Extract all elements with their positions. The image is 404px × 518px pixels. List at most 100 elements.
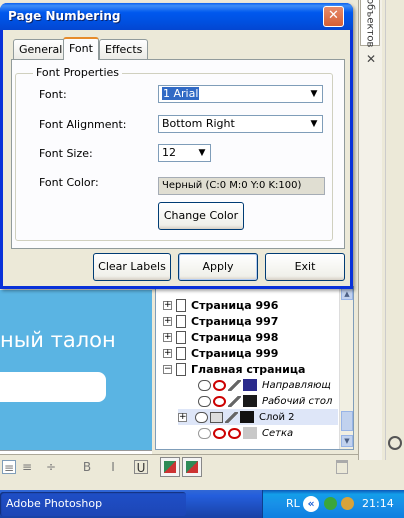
canvas-white-box	[0, 372, 106, 402]
scroll-thumb[interactable]	[341, 411, 353, 431]
layer-color-swatch	[243, 379, 257, 391]
layer-row-selected[interactable]: + Слой 2	[178, 409, 338, 425]
dialog-title: Page Numbering	[8, 9, 121, 23]
layer-label: Рабочий стол	[262, 395, 333, 407]
page-icon	[176, 330, 186, 344]
apply-button[interactable]: Apply	[178, 253, 258, 281]
dialog-titlebar[interactable]: Page Numbering ✕	[0, 3, 353, 30]
layer-row[interactable]: Сетка	[198, 425, 338, 441]
bold-icon[interactable]: B	[80, 460, 94, 474]
font-label: Font:	[39, 88, 67, 101]
alignment-value: Bottom Right	[162, 117, 235, 130]
page-icon	[176, 314, 186, 328]
page-label: Страница 997	[191, 314, 279, 328]
clock[interactable]: 21:14	[362, 497, 394, 510]
taskbar-app-button[interactable]: Adobe Photoshop	[0, 492, 186, 516]
eye-icon[interactable]	[195, 411, 208, 423]
expand-icon[interactable]: +	[163, 348, 172, 358]
pencil-icon[interactable]	[225, 411, 238, 423]
clear-labels-button[interactable]: Clear Labels	[93, 253, 171, 281]
color-label: Font Color:	[39, 176, 99, 189]
page-numbering-dialog: Page Numbering ✕ General Font Effects Fo…	[0, 3, 353, 289]
trash-icon[interactable]	[336, 460, 348, 474]
tab-effects[interactable]: Effects	[99, 39, 149, 59]
layer-color-swatch	[240, 411, 254, 423]
antivirus-icon[interactable]	[341, 497, 354, 510]
vertical-scrollbar[interactable]	[385, 0, 404, 460]
expand-icon[interactable]: +	[163, 316, 172, 326]
pencil-icon[interactable]	[228, 379, 241, 391]
scroll-up-icon[interactable]: ▲	[341, 288, 353, 300]
italic-icon[interactable]: I	[106, 460, 120, 474]
page-label: Страница 996	[191, 298, 279, 312]
page-item[interactable]: + Страница 998	[163, 329, 278, 345]
size-label: Font Size:	[39, 147, 93, 160]
tab-font[interactable]: Font	[63, 37, 99, 60]
alignment-select[interactable]: Bottom Right ▼	[158, 115, 323, 133]
font-color-field: Черный (C:0 M:0 Y:0 K:100)	[158, 177, 325, 195]
page-item[interactable]: + Страница 997	[163, 313, 278, 329]
size-select[interactable]: 12 ▼	[158, 144, 211, 162]
show-hidden-icons-button[interactable]: «	[303, 496, 319, 512]
new-layer-button[interactable]	[160, 457, 180, 477]
font-value: 1 Arial	[162, 87, 200, 100]
align-center-icon[interactable]: ≡	[20, 460, 34, 474]
page-item[interactable]: + Страница 999	[163, 345, 278, 361]
printer-icon[interactable]	[210, 411, 223, 423]
page-label: Главная страница	[191, 362, 306, 376]
size-value: 12	[162, 146, 176, 159]
expand-icon[interactable]: +	[178, 412, 187, 422]
layer-color-swatch	[243, 427, 257, 439]
chevron-down-icon[interactable]: ▼	[306, 86, 322, 102]
lock-icon[interactable]	[228, 427, 241, 439]
language-indicator[interactable]: RL	[286, 497, 300, 510]
page-item[interactable]: + Страница 996	[163, 297, 278, 313]
underline-icon[interactable]: U	[134, 460, 148, 475]
chevron-down-icon[interactable]: ▼	[194, 145, 210, 161]
chevron-down-icon[interactable]: ▼	[306, 116, 322, 132]
network-icon[interactable]	[324, 497, 337, 510]
layer-label: Направляющ	[262, 379, 331, 391]
docker-strip	[358, 0, 382, 460]
layer-color-swatch	[243, 395, 257, 407]
pencil-icon[interactable]	[228, 395, 241, 407]
docker-tab-objects[interactable]: объектов	[360, 0, 380, 47]
expand-icon[interactable]: +	[163, 332, 172, 342]
zoom-icon[interactable]	[388, 436, 402, 450]
eye-icon[interactable]	[198, 395, 211, 407]
page-icon	[176, 298, 186, 312]
no-print-icon[interactable]	[213, 379, 226, 391]
tab-general[interactable]: General	[13, 39, 69, 59]
expand-icon[interactable]: +	[163, 300, 172, 310]
scroll-down-icon[interactable]: ▼	[341, 435, 353, 447]
panel-scrollbar[interactable]: ▲ ▼	[339, 287, 353, 449]
docker-close-icon[interactable]: ✕	[364, 52, 378, 66]
master-layer-icon	[186, 461, 198, 473]
layer-row[interactable]: Рабочий стол	[198, 393, 338, 409]
document-canvas[interactable]	[0, 290, 152, 450]
eye-icon[interactable]	[198, 427, 211, 439]
group-title: Font Properties	[33, 66, 123, 79]
layer-label: Сетка	[262, 427, 294, 439]
new-master-layer-button[interactable]	[182, 457, 202, 477]
page-icon	[176, 362, 186, 376]
new-layer-icon	[164, 461, 176, 473]
master-page-item[interactable]: − Главная страница	[163, 361, 305, 377]
collapse-icon[interactable]: −	[163, 364, 172, 374]
font-select[interactable]: 1 Arial ▼	[158, 85, 323, 103]
align-justify-icon[interactable]: ÷	[44, 460, 58, 474]
layer-label: Слой 2	[259, 411, 295, 423]
alignment-label: Font Alignment:	[39, 118, 127, 131]
canvas-text: ный талон	[0, 328, 116, 352]
close-button[interactable]: ✕	[323, 6, 344, 27]
no-print-icon[interactable]	[213, 427, 226, 439]
align-left-icon[interactable]: ≡	[2, 460, 16, 475]
layer-row[interactable]: Направляющ	[198, 377, 338, 393]
page-label: Страница 999	[191, 346, 279, 360]
no-print-icon[interactable]	[213, 395, 226, 407]
exit-button[interactable]: Exit	[265, 253, 345, 281]
page-label: Страница 998	[191, 330, 279, 344]
page-icon	[176, 346, 186, 360]
eye-icon[interactable]	[198, 379, 211, 391]
change-color-button[interactable]: Change Color	[158, 202, 244, 230]
